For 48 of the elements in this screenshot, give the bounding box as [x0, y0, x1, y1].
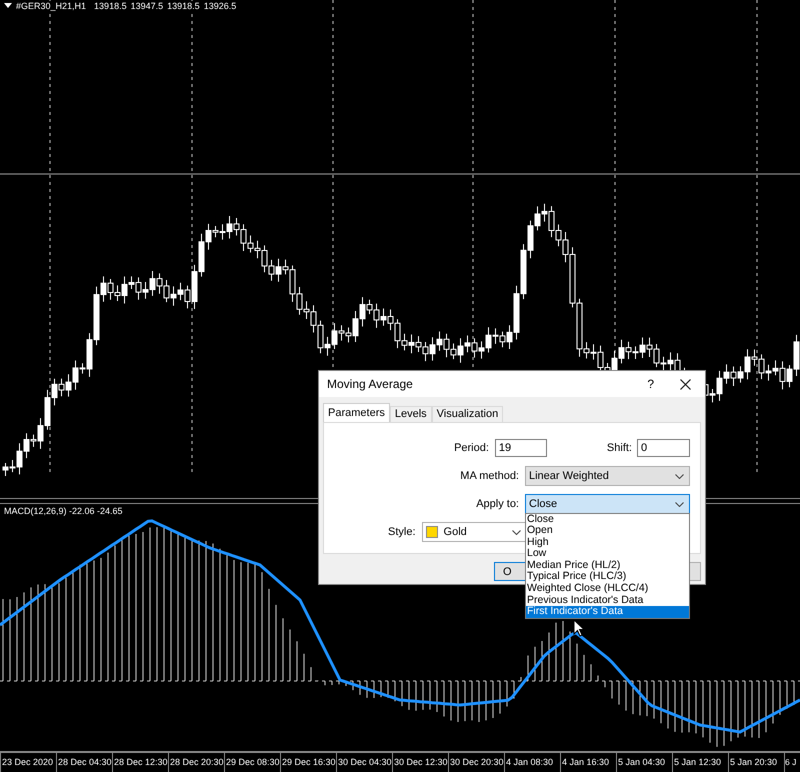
- time-label: 5 Jan 20:30: [728, 753, 784, 772]
- apply-to-label: Apply to:: [476, 498, 519, 510]
- time-label: 4 Jan 16:30: [560, 753, 616, 772]
- time-label: 30 Dec 20:30: [448, 753, 504, 772]
- price-value: 13926.5: [204, 1, 236, 11]
- tab[interactable]: Levels: [390, 406, 432, 422]
- price-value: 13918.5: [167, 1, 200, 11]
- time-label: 5 Jan 04:30: [616, 753, 672, 772]
- style-label: Style:: [388, 526, 416, 538]
- dropdown-option[interactable]: Low: [526, 548, 689, 560]
- tab[interactable]: Parameters: [323, 403, 390, 422]
- price-value: 13947.5: [130, 1, 164, 11]
- time-label: 4 Jan 08:30: [504, 753, 560, 772]
- dropdown-option[interactable]: Weighted Close (HLCC/4): [526, 583, 689, 595]
- chevron-icon: [512, 530, 521, 534]
- time-label: 30 Dec 04:30: [336, 753, 392, 772]
- ma-method-label: MA method:: [460, 470, 519, 482]
- time-label: 6 J: [784, 753, 800, 772]
- time-label: 28 Dec 20:30: [168, 753, 224, 772]
- time-label: 23 Dec 2020: [0, 753, 56, 772]
- time-label: 28 Dec 04:30: [56, 753, 112, 772]
- period-field[interactable]: 19: [494, 438, 547, 456]
- shift-field[interactable]: 0: [637, 438, 690, 456]
- time-label: 28 Dec 12:30: [112, 753, 168, 772]
- time-label: 29 Dec 08:30: [224, 753, 280, 772]
- tab[interactable]: Visualization: [432, 406, 504, 422]
- apply-to-select[interactable]: Close: [525, 494, 690, 514]
- dialog-title: Moving Average: [327, 377, 414, 391]
- symbol-label: #GER30_H21,H1: [16, 1, 86, 11]
- chevron-icon: [675, 474, 684, 478]
- dropdown-option[interactable]: First Indicator's Data: [526, 606, 689, 618]
- period-label: Period:: [454, 442, 489, 454]
- indicator-label: MACD(12,26,9) -22.06 -24.65: [4, 506, 123, 516]
- price-value: 13918.5: [94, 1, 127, 11]
- shift-label: Shift:: [606, 442, 632, 454]
- dropdown-option[interactable]: High: [526, 536, 689, 548]
- dropdown-option[interactable]: Open: [526, 525, 689, 537]
- close-icon[interactable]: [680, 378, 691, 390]
- help-button[interactable]: ?: [647, 377, 654, 391]
- chevron-icon: [675, 502, 684, 506]
- time-label: 30 Dec 12:30: [392, 753, 448, 772]
- dropdown-option[interactable]: Previous Indicator's Data: [526, 594, 689, 606]
- time-label: 29 Dec 16:30: [280, 753, 336, 772]
- style-select[interactable]: Gold: [422, 522, 527, 542]
- dropdown-arrow-icon[interactable]: [4, 3, 12, 9]
- dropdown-option[interactable]: Close: [526, 514, 689, 526]
- time-label: 5 Jan 12:30: [672, 753, 728, 772]
- ma-method-select[interactable]: Linear Weighted: [525, 466, 690, 486]
